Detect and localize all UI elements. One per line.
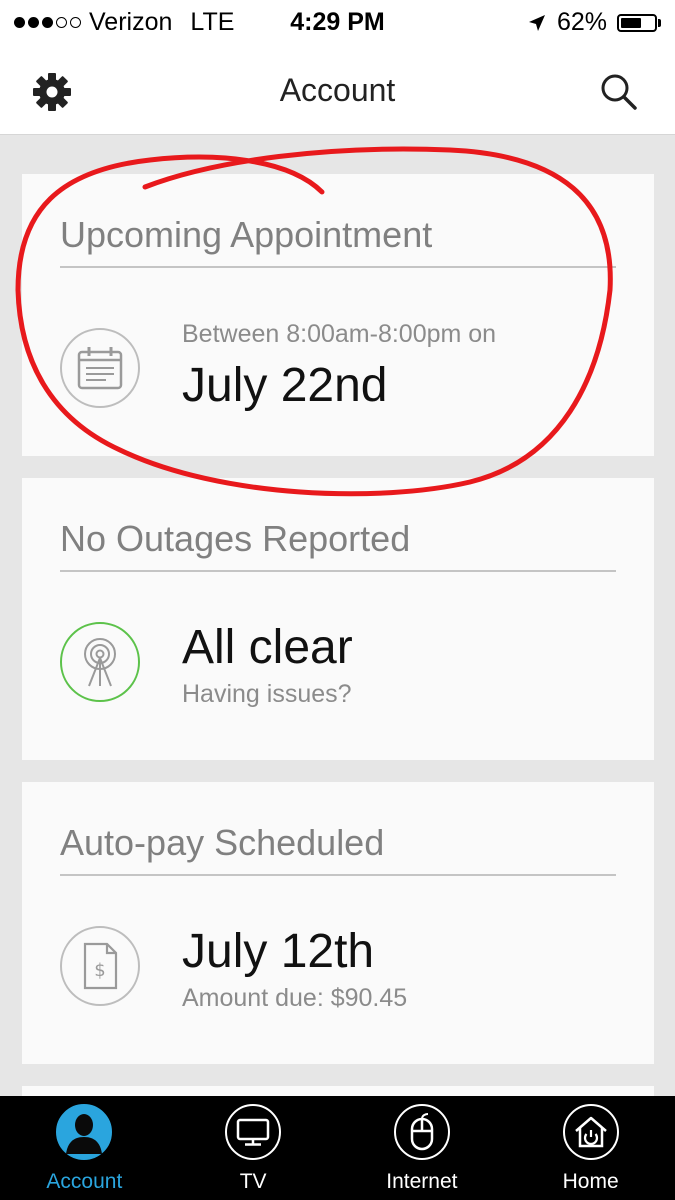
tab-label: Account [46,1170,123,1193]
having-issues-link[interactable]: Having issues? [182,680,352,709]
card-title: Upcoming Appointment [60,214,616,268]
autopay-date: July 12th [182,925,375,978]
outages-card[interactable]: No Outages Reported All clear Having iss… [22,478,654,760]
appointment-window: Between 8:00am-8:00pm on [182,320,497,348]
card-title: No Outages Reported [60,518,616,572]
account-icon [56,1104,113,1160]
home-icon [562,1104,619,1160]
outage-status: All clear [182,621,353,674]
tab-internet[interactable]: Internet [338,1096,507,1200]
status-bar: Verizon LTE 4:29 PM 62% [0,0,675,46]
tab-account[interactable]: Account [0,1096,169,1200]
svg-text:$: $ [94,960,105,981]
tab-label: Home [562,1170,619,1193]
autopay-card[interactable]: Auto-pay Scheduled $ July 12th Amount du… [22,782,654,1064]
tab-bar: Account TV Internet Home [0,1096,675,1200]
search-icon[interactable] [597,70,641,114]
next-card[interactable] [22,1086,654,1096]
battery-percent: 62% [556,8,607,36]
page-title: Account [279,72,396,108]
bill-icon: $ [60,926,140,1006]
calendar-icon [60,328,140,408]
card-title: Auto-pay Scheduled [60,822,616,876]
battery-icon [617,13,661,32]
tab-label: Internet [386,1170,458,1193]
tab-label: TV [239,1170,267,1193]
status-right: 62% [527,8,661,37]
appointment-card[interactable]: Upcoming Appointment Between 8:00am-8:00… [22,174,654,456]
mouse-icon [393,1104,450,1160]
amount-due: Amount due: $90.45 [182,984,408,1012]
tab-home[interactable]: Home [506,1096,675,1200]
tower-icon [60,622,140,702]
tv-icon [225,1104,282,1160]
location-arrow-icon [528,14,545,31]
nav-bar: Account [0,46,675,135]
appointment-date: July 22nd [182,359,388,412]
tab-tv[interactable]: TV [169,1096,338,1200]
